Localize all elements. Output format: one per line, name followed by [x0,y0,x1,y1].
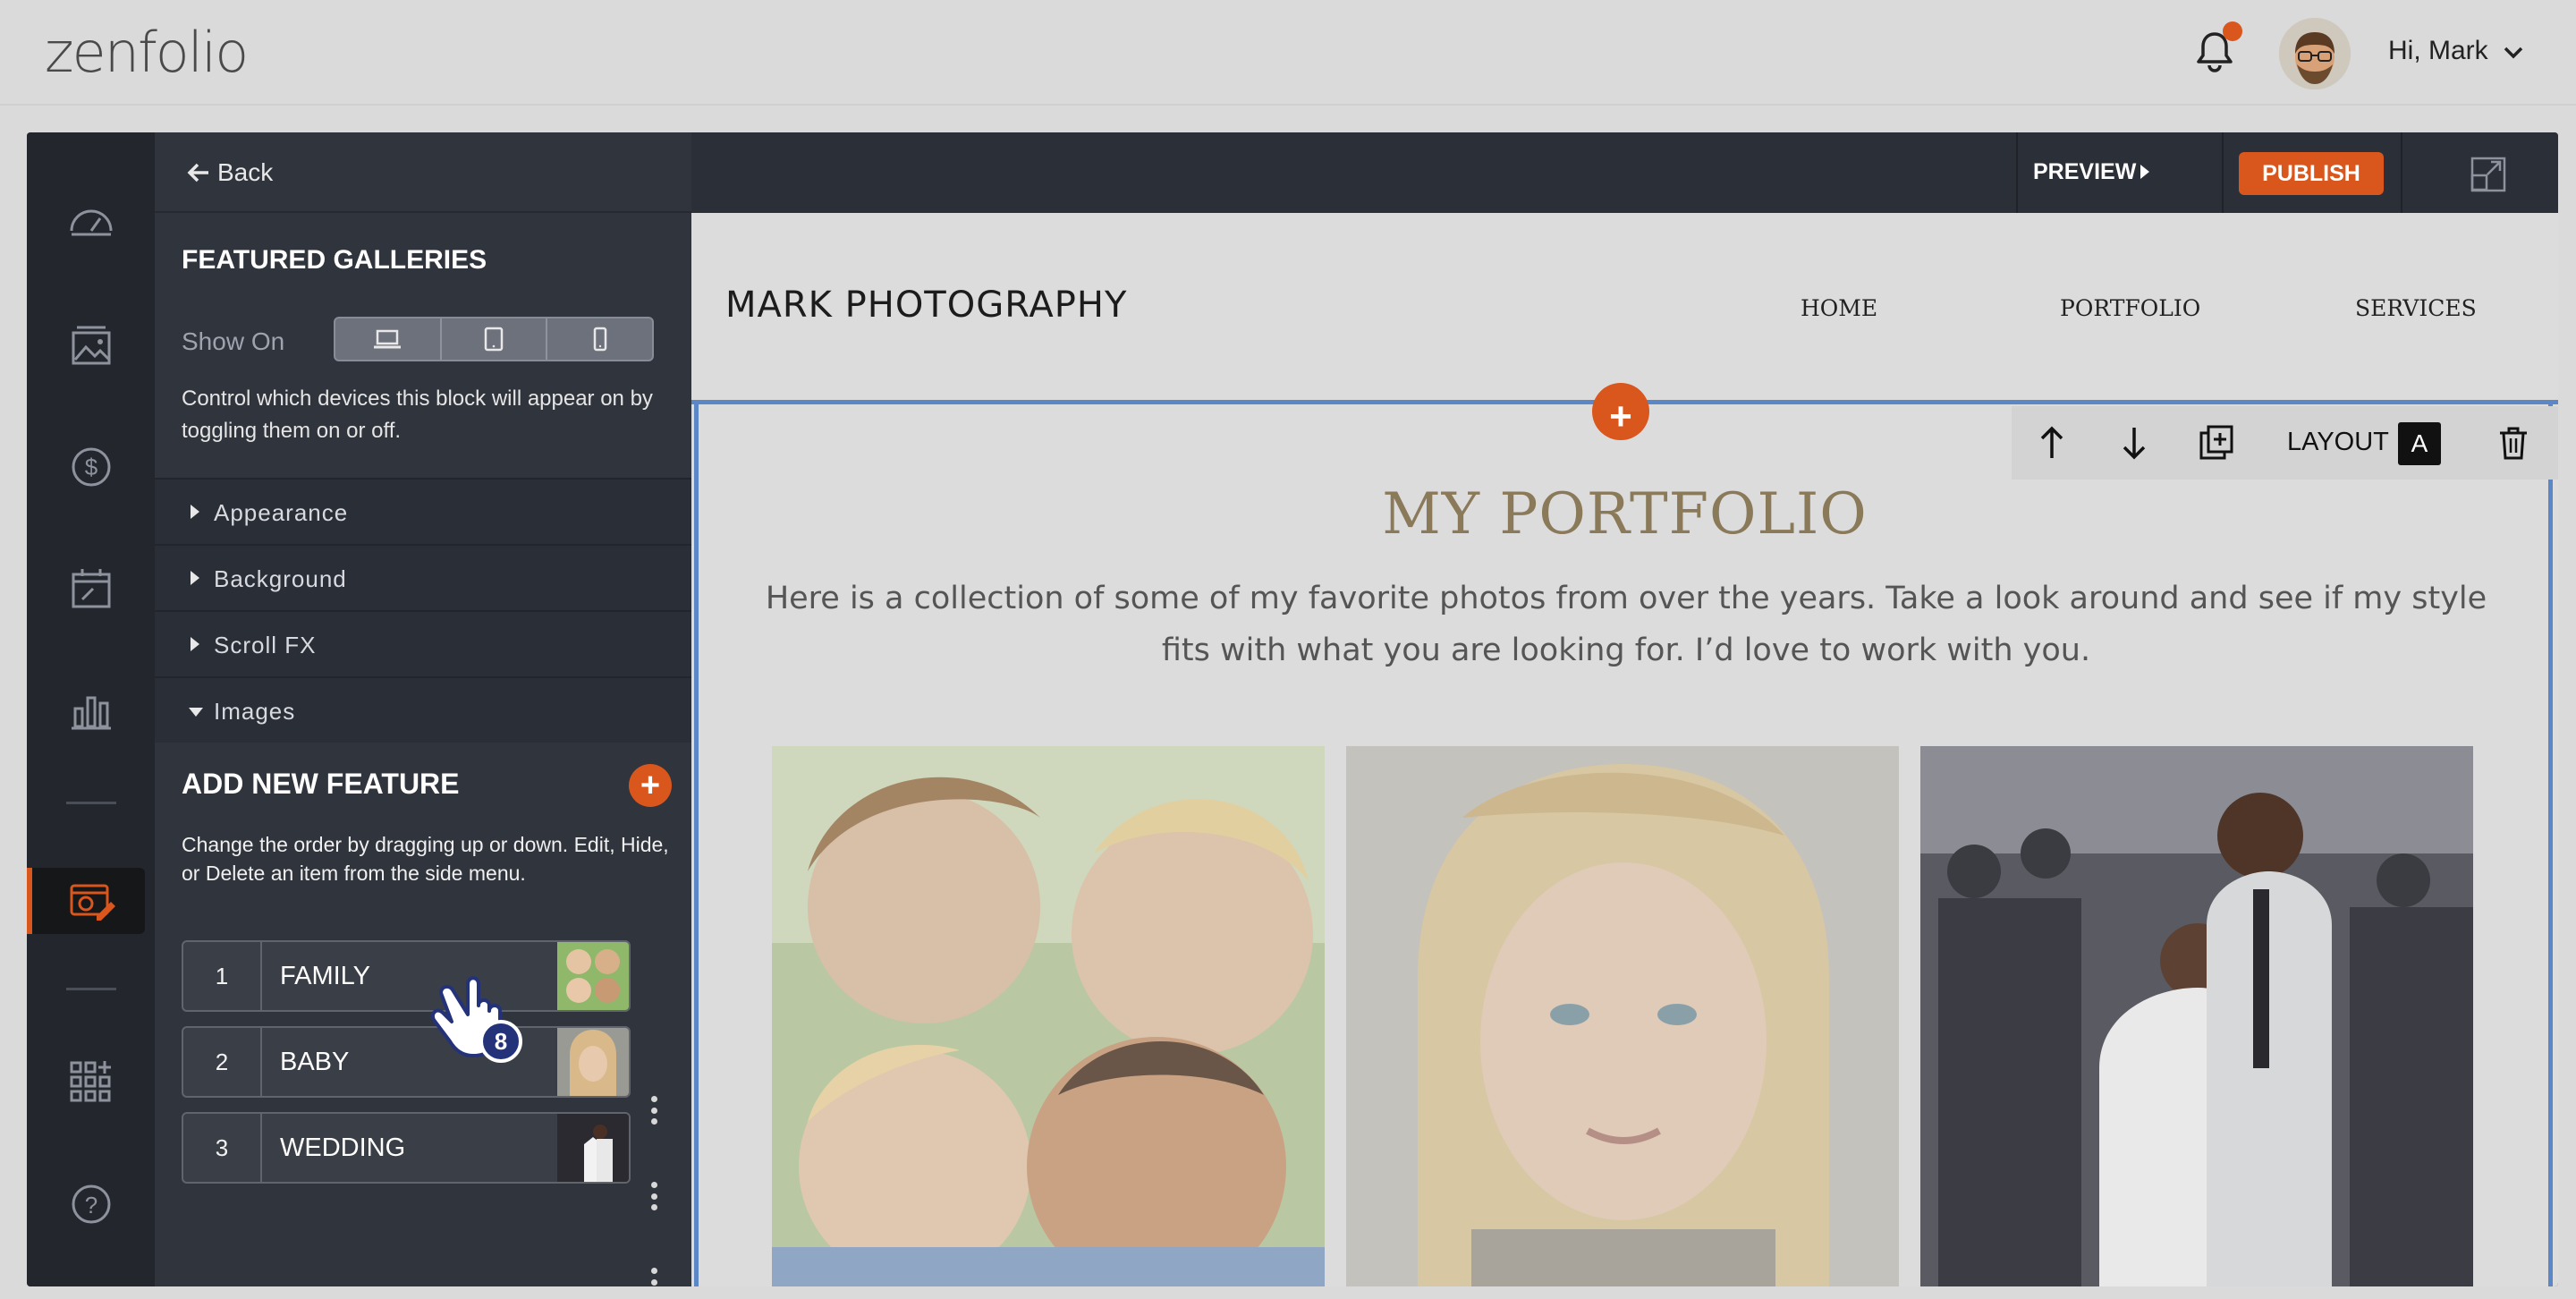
caret-right-icon [191,571,199,585]
accordion-appearance[interactable]: Appearance [155,478,691,544]
arrow-up-icon[interactable] [2031,422,2072,463]
gallery-image-icon[interactable] [64,318,118,372]
cursor-badge-count: 8 [495,1028,507,1055]
toolbar-divider [2401,132,2402,213]
site-name[interactable]: MARK PHOTOGRAPHY [725,284,1127,326]
gallery-photo-wedding[interactable] [1920,746,2473,1286]
site-header[interactable]: MARK PHOTOGRAPHY HOME PORTFOLIO SERVICES [691,213,2558,404]
arrow-down-icon[interactable] [2114,422,2155,463]
section-description[interactable]: Here is a collection of some of my favor… [763,573,2489,676]
trash-icon[interactable] [2493,422,2534,463]
tablet-toggle[interactable] [442,318,548,360]
gallery-photo-baby[interactable] [1346,746,1899,1286]
nav-services[interactable]: SERVICES [2355,295,2477,321]
play-icon [2140,165,2149,179]
accordion-images[interactable]: Images [155,676,691,743]
nav-home[interactable]: HOME [1801,295,1877,321]
accordion-label: Scroll FX [214,632,317,658]
show-on-label: Show On [182,327,285,355]
feature-name: BABY [280,1048,350,1076]
preview-button[interactable]: PREVIEW [2033,159,2136,185]
caret-right-icon [191,637,199,651]
section-title[interactable]: MY PORTFOLIO [691,481,2558,548]
caret-right-icon [191,505,199,519]
more-vertical-icon[interactable] [645,1264,663,1286]
expand-icon[interactable] [2470,156,2507,193]
layout-label: LAYOUT [2287,428,2389,456]
back-label: Back [217,158,274,186]
publish-button[interactable]: PUBLISH [2239,152,2384,195]
add-feature-button[interactable]: + [629,764,672,807]
caret-down-icon [189,708,203,717]
feature-item-wedding[interactable]: 3 WEDDING [182,1112,631,1184]
dollar-icon[interactable]: $ [64,440,118,494]
accordion-scroll-fx[interactable]: Scroll FX [155,610,691,676]
svg-text:?: ? [85,1192,97,1218]
feature-number: 3 [183,1114,262,1182]
feature-item-family[interactable]: 1 FAMILY [182,940,631,1012]
notification-dot [2223,21,2242,41]
apps-grid-icon[interactable] [64,1056,118,1109]
dashboard-gauge-icon[interactable] [64,195,118,249]
website-editor-icon[interactable] [64,875,118,929]
layout-selector[interactable]: A [2398,422,2441,465]
add-feature-description: Change the order by dragging up or down.… [182,833,669,885]
more-vertical-icon[interactable] [645,1178,663,1214]
accordion-label: Appearance [214,499,349,526]
feature-number: 1 [183,942,262,1010]
block-toolbar: LAYOUT A [2012,406,2558,480]
zenfolio-logo[interactable]: zenfolio [45,20,249,85]
device-toggle-group [334,317,654,361]
settings-panel: Back FEATURED GALLERIES Show On Control … [155,132,691,1286]
feature-name: WEDDING [280,1133,406,1162]
arrow-left-icon [185,159,212,186]
laptop-icon [374,329,402,349]
gallery-photo-family[interactable] [772,746,1325,1286]
family-thumbnail [557,942,629,1010]
avatar[interactable] [2279,18,2351,89]
nav-portfolio[interactable]: PORTFOLIO [2060,295,2200,321]
more-vertical-icon[interactable] [645,1092,663,1128]
svg-text:$: $ [85,454,98,480]
feature-item-baby[interactable]: 2 BABY [182,1026,631,1098]
accordion-label: Images [214,698,296,725]
duplicate-icon[interactable] [2196,422,2237,463]
user-greeting[interactable]: Hi, Mark [2388,36,2488,66]
analytics-chart-icon[interactable] [64,683,118,737]
panel-description: Control which devices this block will ap… [182,386,653,443]
feature-number: 2 [183,1028,262,1096]
website-preview: MARK PHOTOGRAPHY HOME PORTFOLIO SERVICES… [691,213,2558,1286]
top-bar: zenfolio Hi, Mark [0,0,2576,106]
add-feature-title: ADD NEW FEATURE [182,768,460,800]
help-question-icon[interactable]: ? [64,1177,118,1231]
tablet-icon [484,327,504,352]
panel-title: FEATURED GALLERIES [182,245,487,275]
rail-divider [66,802,116,804]
accordion-background[interactable]: Background [155,544,691,610]
toolbar-divider [2016,132,2018,213]
mobile-toggle[interactable] [547,318,652,360]
calendar-icon[interactable] [64,562,118,616]
desktop-toggle[interactable] [335,318,442,360]
feature-name: FAMILY [280,962,370,990]
drag-hand-cursor-icon: 8 [425,966,532,1065]
phone-icon [593,327,606,352]
baby-thumbnail [557,1028,629,1096]
rail-divider [66,988,116,990]
editor-frame: $ ? Back FEATURED GALLERIES Show On Cont… [27,132,2558,1286]
toolbar-divider [2222,132,2224,213]
accordion-label: Background [214,565,347,592]
chevron-down-icon[interactable] [2500,39,2527,66]
icon-rail: $ ? [27,132,155,1286]
wedding-thumbnail [557,1114,629,1182]
add-section-button[interactable]: + [1592,383,1649,440]
editor-top-bar: PREVIEW PUBLISH [691,132,2558,213]
back-button[interactable]: Back [155,132,691,213]
